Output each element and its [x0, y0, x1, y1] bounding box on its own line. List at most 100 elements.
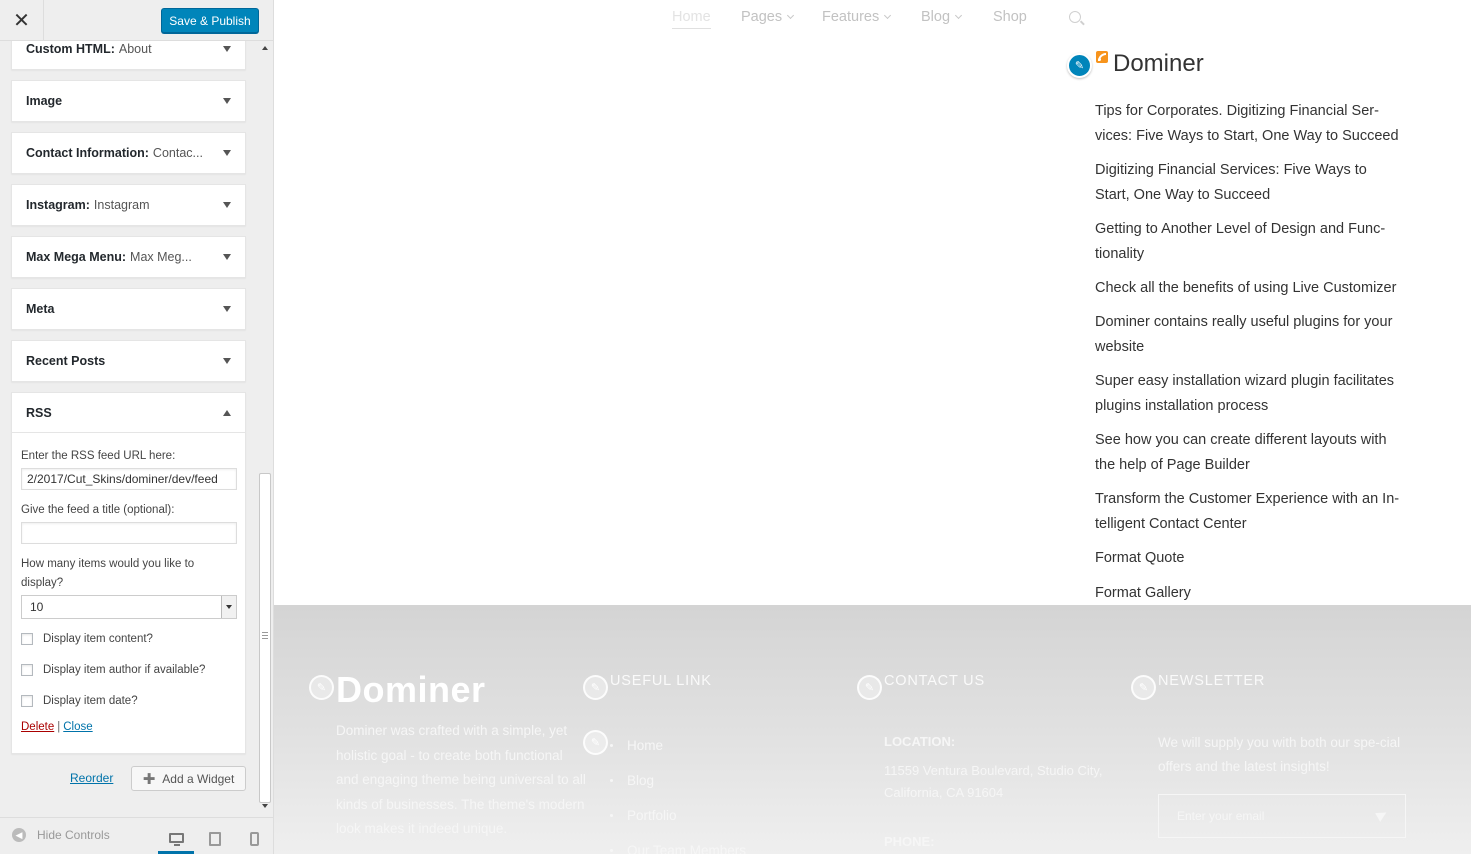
rss-item-link[interactable]: Super easy installation wizard plugin fa… — [1095, 369, 1405, 418]
collapse-arrow-icon[interactable] — [223, 409, 231, 416]
site-footer: ✎ Dominer Dominer was crafted with a sim… — [274, 605, 1471, 854]
widget-name: Max Mega Menu — [26, 250, 122, 264]
rss-feed-icon[interactable] — [1096, 51, 1108, 63]
widget-header[interactable]: Custom HTML: About — [12, 41, 245, 69]
rss-url-input[interactable]: 2/2017/Cut_Skins/dominer/dev/feed — [21, 468, 237, 490]
preview-mobile-button[interactable] — [236, 824, 272, 854]
edit-pencil-icon[interactable]: ✎ — [583, 675, 608, 700]
widget-header[interactable]: Meta — [12, 289, 245, 329]
preview-tablet-button[interactable] — [197, 824, 233, 854]
nav-shop[interactable]: Shop — [993, 9, 1027, 25]
widget-contact-information[interactable]: Contact Information: Contac... — [11, 132, 246, 174]
display-author-checkbox[interactable] — [21, 663, 33, 676]
widget-header[interactable]: Instagram: Instagram — [12, 185, 245, 225]
close-widget-link[interactable]: Close — [63, 721, 92, 733]
footer-logo[interactable]: Dominer — [336, 669, 486, 711]
expand-arrow-icon[interactable] — [223, 98, 231, 104]
expand-arrow-icon[interactable] — [223, 358, 231, 364]
phone-label: PHONE: — [884, 834, 935, 849]
chevron-down-icon — [884, 11, 892, 20]
rss-item-link[interactable]: Format Gallery — [1095, 581, 1405, 606]
rss-item-link[interactable]: Getting to Another Level of Design and F… — [1095, 217, 1405, 266]
widget-header[interactable]: Contact Information: Contac... — [12, 133, 245, 173]
scrollbar-thumb[interactable] — [259, 473, 271, 803]
display-content-option[interactable]: Display item content? — [21, 628, 236, 649]
display-date-option[interactable]: Display item date? — [21, 690, 236, 711]
rss-item-link[interactable]: See how you can create different layouts… — [1095, 428, 1405, 477]
widget-meta[interactable]: Meta — [11, 288, 246, 330]
widget-image[interactable]: Image — [11, 80, 246, 122]
edit-pencil-icon[interactable]: ✎ — [1131, 675, 1156, 700]
widget-header[interactable]: RSS — [12, 393, 245, 433]
widget-header[interactable]: Recent Posts — [12, 341, 245, 381]
rss-item-link[interactable]: Check all the benefits of using Live Cus… — [1095, 276, 1405, 301]
widget-recent-posts[interactable]: Recent Posts — [11, 340, 246, 382]
reorder-link[interactable]: Reorder — [70, 771, 113, 785]
rss-items-select[interactable]: 10 — [21, 595, 237, 619]
rss-item-link[interactable]: Dominer contains really useful plugins f… — [1095, 310, 1405, 359]
nav-label: Blog — [921, 9, 951, 25]
expand-arrow-icon[interactable] — [223, 306, 231, 312]
delete-widget-link[interactable]: Delete — [21, 721, 54, 733]
widget-title: About — [118, 41, 152, 56]
display-author-option[interactable]: Display item author if available? — [21, 659, 236, 680]
contact-us-title: CONTACT US — [884, 673, 985, 689]
newsletter-email-input[interactable]: Enter your email — [1158, 794, 1406, 838]
send-icon[interactable] — [1375, 808, 1389, 822]
site-preview: Home Pages Features Blog Shop ✎ Dominer … — [274, 0, 1471, 854]
sidebar-scrollbar[interactable] — [258, 41, 273, 817]
close-customizer-button[interactable]: ✕ — [0, 0, 44, 40]
nav-features[interactable]: Features — [822, 9, 892, 25]
rss-item-link[interactable]: Format Quote — [1095, 546, 1405, 571]
expand-arrow-icon[interactable] — [223, 254, 231, 260]
edit-pencil-icon[interactable]: ✎ — [583, 730, 608, 755]
email-placeholder: Enter your email — [1177, 809, 1265, 823]
scroll-down-icon[interactable] — [262, 804, 268, 808]
expand-arrow-icon[interactable] — [223, 202, 231, 208]
rss-title-input[interactable] — [21, 522, 237, 544]
widget-name: Custom HTML — [26, 41, 111, 56]
customizer-footer: ◀ Hide Controls — [0, 817, 273, 854]
widget-actions: Delete | Close — [21, 721, 236, 733]
footer-link[interactable]: Blog — [610, 763, 746, 798]
display-date-checkbox[interactable] — [21, 694, 33, 707]
widget-max-mega-menu[interactable]: Max Mega Menu: Max Meg... — [11, 236, 246, 278]
search-icon[interactable] — [1069, 11, 1081, 23]
nav-label: Pages — [741, 9, 783, 25]
add-widget-label: Add a Widget — [162, 771, 235, 786]
newsletter-text: We will supply you with both our spe-cia… — [1158, 735, 1401, 774]
rss-item-link[interactable]: Tips for Corporates. Digitizing Financia… — [1095, 99, 1405, 148]
footer-link[interactable]: Our Team Members — [610, 833, 746, 854]
nav-pages[interactable]: Pages — [741, 9, 795, 25]
display-content-checkbox[interactable] — [21, 632, 33, 645]
expand-arrow-icon[interactable] — [223, 150, 231, 156]
separator: | — [57, 721, 61, 733]
rss-widget-title[interactable]: Dominer — [1113, 50, 1204, 78]
add-widget-button[interactable]: ✚ Add a Widget — [131, 766, 246, 791]
footer-link[interactable]: Home — [610, 728, 746, 763]
nav-home[interactable]: Home — [672, 9, 711, 29]
footer-link[interactable]: Portfolio — [610, 798, 746, 833]
widget-name: Recent Posts — [26, 354, 106, 368]
scroll-up-icon[interactable] — [262, 46, 268, 50]
preview-desktop-button[interactable] — [158, 824, 194, 854]
widget-header[interactable]: Max Mega Menu: Max Meg... — [12, 237, 245, 277]
location-label: LOCATION: — [884, 734, 956, 749]
rss-item-link[interactable]: Transform the Customer Experience with a… — [1095, 487, 1405, 536]
site-navigation: Home Pages Features Blog Shop — [274, 0, 1471, 38]
expand-arrow-icon[interactable] — [223, 45, 231, 52]
close-icon: ✕ — [13, 9, 30, 32]
rss-item-link[interactable]: Digitizing Financial Services: Five Ways… — [1095, 158, 1405, 207]
edit-pencil-icon[interactable]: ✎ — [857, 675, 882, 700]
widget-instagram[interactable]: Instagram: Instagram — [11, 184, 246, 226]
widget-custom-html[interactable]: Custom HTML: About — [11, 41, 246, 70]
dropdown-arrow-icon[interactable] — [221, 596, 236, 618]
hide-controls-button[interactable]: ◀ Hide Controls — [12, 828, 110, 842]
plus-icon: ✚ — [142, 770, 156, 788]
widget-header[interactable]: Image — [12, 81, 245, 121]
edit-pencil-icon[interactable]: ✎ — [309, 675, 334, 700]
save-publish-button[interactable]: Save & Publish — [161, 8, 259, 33]
location-value: 11559 Ventura Boulevard, Studio City, Ca… — [884, 763, 1103, 800]
edit-pencil-icon[interactable]: ✎ — [1067, 53, 1092, 78]
nav-blog[interactable]: Blog — [921, 9, 963, 25]
